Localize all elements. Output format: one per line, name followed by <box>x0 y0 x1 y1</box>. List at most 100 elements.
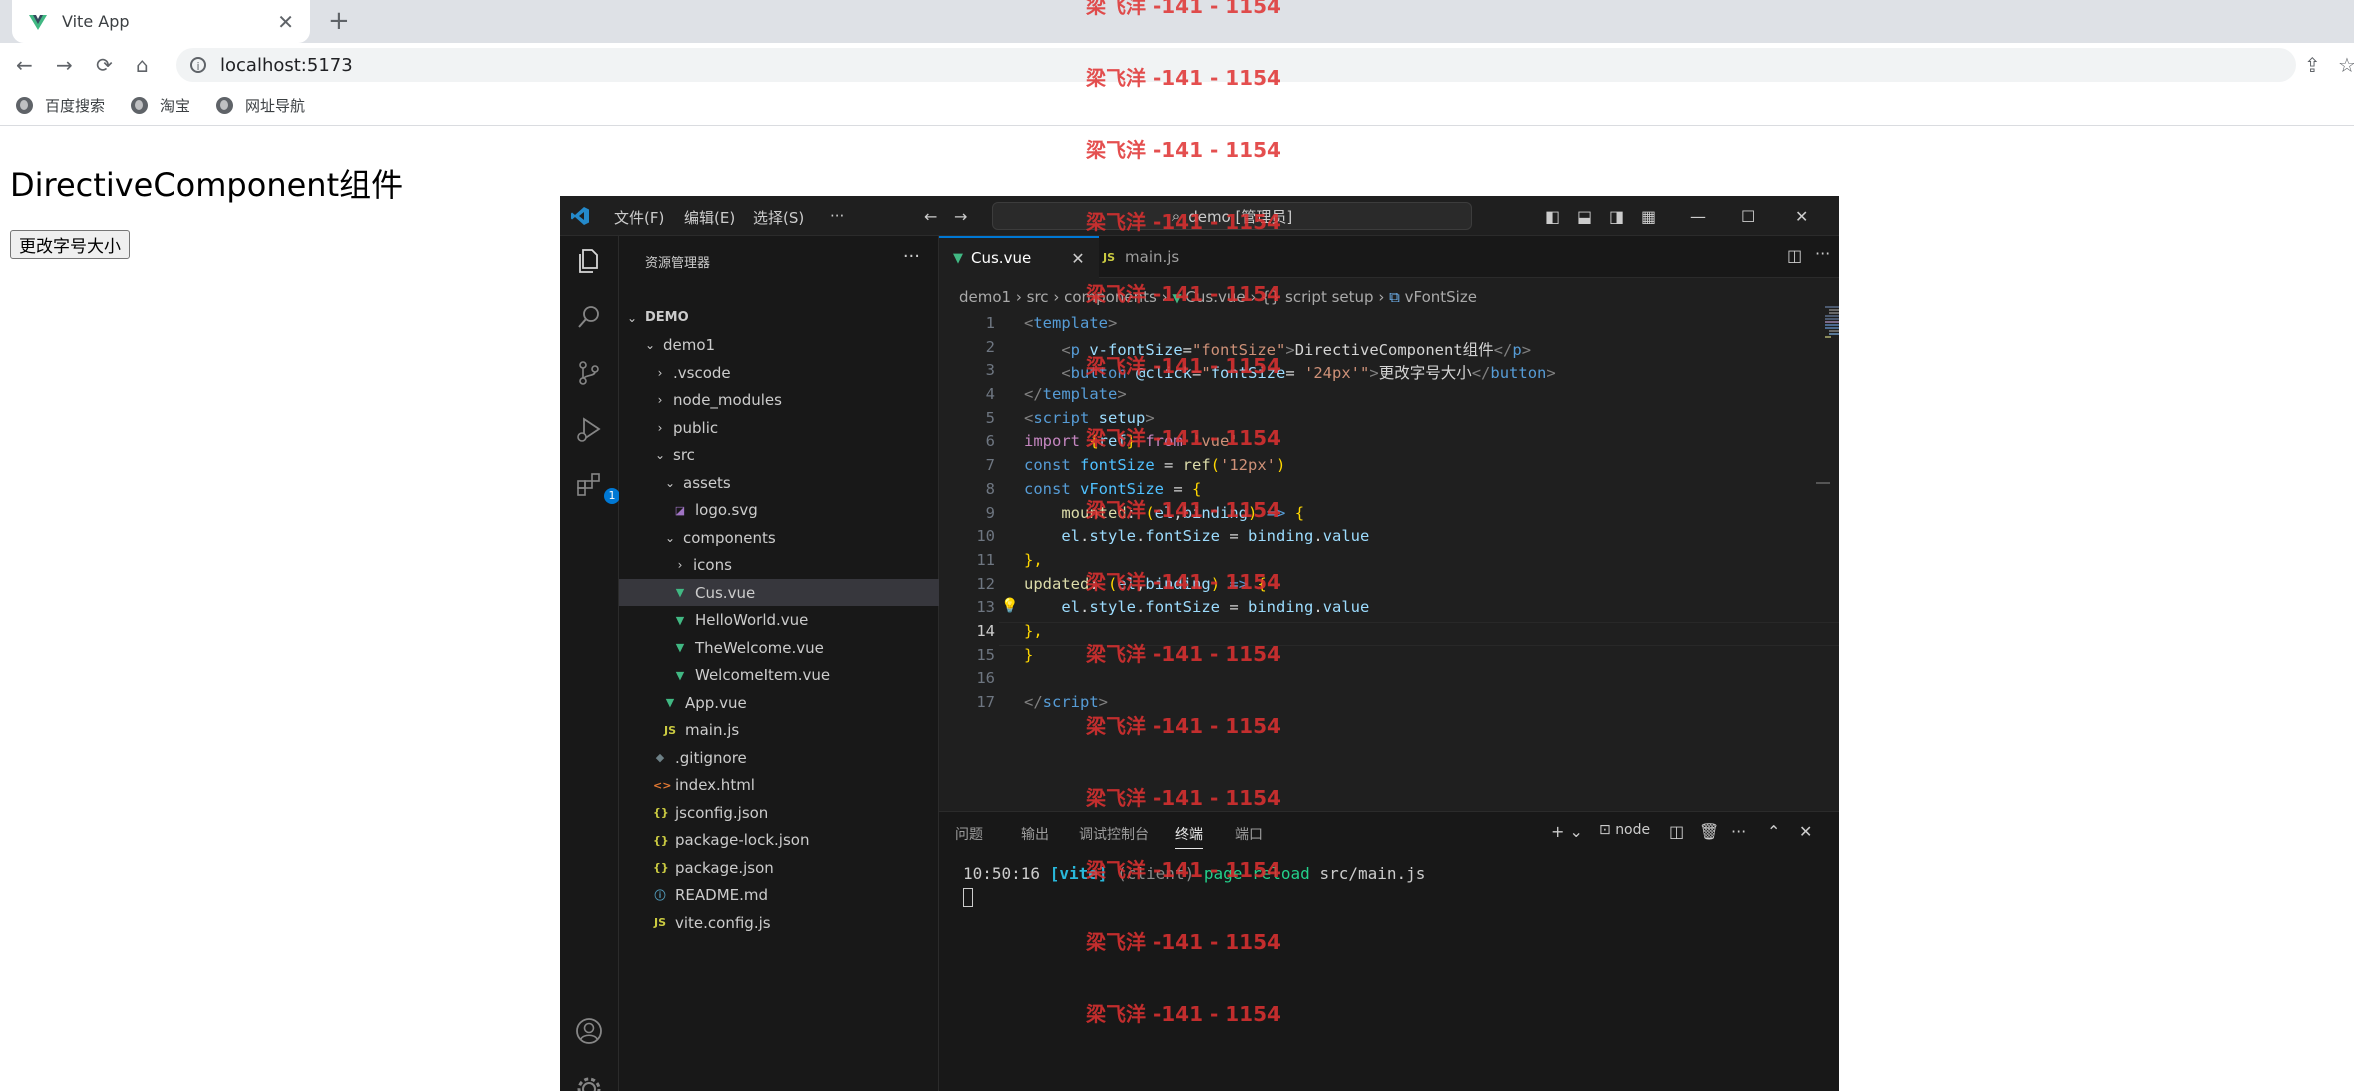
extensions-button[interactable]: 1 <box>574 470 620 504</box>
tree-file[interactable]: ▼ HelloWorld.vue <box>619 607 992 634</box>
tree-folder[interactable]: › node_modules <box>619 387 972 414</box>
panel-tab-debug-console[interactable]: 调试控制台 <box>1079 824 1149 844</box>
menu-edit[interactable]: 编辑(E) <box>684 207 735 228</box>
close-window-icon[interactable]: ✕ <box>1795 207 1808 226</box>
breadcrumb-item[interactable]: components <box>1064 288 1157 306</box>
browser-tab[interactable]: Vite App ✕ <box>12 0 310 43</box>
panel-more-icon[interactable]: ··· <box>1731 822 1746 841</box>
reload-icon[interactable]: ⟳ <box>96 53 113 77</box>
menu-file[interactable]: 文件(F) <box>614 207 664 228</box>
tab-main-js[interactable]: JS main.js <box>1089 236 1193 278</box>
code-line[interactable]: 13 💡 el.style.fontSize = binding.value <box>939 598 1839 622</box>
tree-file[interactable]: ▼ TheWelcome.vue <box>619 634 992 661</box>
tree-file[interactable]: ◪ logo.svg <box>619 497 992 524</box>
panel-tab-problems[interactable]: 问题 <box>955 824 983 844</box>
run-debug-icon[interactable] <box>574 414 604 444</box>
search-icon[interactable] <box>574 302 604 332</box>
code-line[interactable]: 5 <script setup> <box>939 409 1839 433</box>
code-line[interactable]: 8 const vFontSize = { <box>939 480 1839 504</box>
code-line[interactable]: 12 updated: (el,binding) => { <box>939 575 1839 599</box>
tab-cus-vue[interactable]: ▼ Cus.vue ✕ <box>939 236 1099 278</box>
address-url[interactable]: localhost:5173 <box>220 55 353 76</box>
tree-file[interactable]: ▼ App.vue <box>619 689 982 716</box>
maximize-icon[interactable]: ☐ <box>1741 207 1755 226</box>
close-tab-icon[interactable]: ✕ <box>277 10 294 34</box>
tree-folder[interactable]: ⌄ DEMO <box>619 304 944 331</box>
tree-folder[interactable]: ⌄ demo1 <box>619 332 962 359</box>
explorer-more-icon[interactable]: ··· <box>903 246 920 267</box>
code-line[interactable]: 2 <p v-fontSize="fontSize">DirectiveComp… <box>939 338 1839 362</box>
customize-layout-icon[interactable]: ▦ <box>1641 207 1656 226</box>
back-arrow-icon[interactable]: ← <box>16 53 33 77</box>
bookmark-item[interactable]: 百度搜索 <box>16 95 105 116</box>
account-icon[interactable] <box>574 1016 604 1046</box>
tree-file[interactable]: <> index.html <box>619 772 972 799</box>
toggle-panel-icon[interactable]: ⬓ <box>1577 207 1592 226</box>
lightbulb-icon[interactable]: 💡 <box>1001 598 1018 614</box>
code-line[interactable]: 16 <box>939 669 1839 693</box>
trash-icon[interactable]: 🗑 <box>1699 822 1719 841</box>
code-line[interactable]: 6 import {ref} from 'vue' <box>939 432 1839 456</box>
tree-file[interactable]: {} package-lock.json <box>619 827 972 854</box>
code-editor[interactable]: 1 <template> 2 <p v-fontSize="fontSize">Di… <box>939 314 1839 717</box>
tree-folder[interactable]: › public <box>619 414 972 441</box>
tree-file[interactable]: {} package.json <box>619 854 972 881</box>
bookmark-item[interactable]: 淘宝 <box>131 95 190 116</box>
site-info-icon[interactable]: i <box>190 57 206 73</box>
tree-folder[interactable]: ⌄ src <box>619 442 972 469</box>
code-line[interactable]: 15} <box>939 646 1839 670</box>
tree-file[interactable]: JS vite.config.js <box>619 909 972 936</box>
code-line[interactable]: 7 const fontSize = ref('12px') <box>939 456 1839 480</box>
minimize-icon[interactable]: — <box>1690 207 1706 226</box>
breadcrumb-item[interactable]: {} script setup <box>1261 288 1373 306</box>
panel-tab-ports[interactable]: 端口 <box>1235 824 1263 844</box>
code-line[interactable]: 3 <button @click="fontSize= '24px'">更改字号… <box>939 361 1839 385</box>
tree-file[interactable]: {} jsconfig.json <box>619 799 972 826</box>
minimap[interactable] <box>1825 306 1839 346</box>
code-line[interactable]: 10 el.style.fontSize = binding.value <box>939 527 1839 551</box>
code-line[interactable]: 9 mounted: (el,binding) => { <box>939 504 1839 528</box>
close-tab-icon[interactable]: ✕ <box>1071 249 1084 268</box>
breadcrumb-item[interactable]: vFontSize <box>1405 288 1477 306</box>
nav-back-icon[interactable]: ← <box>924 207 937 226</box>
tree-folder[interactable]: › .vscode <box>619 359 972 386</box>
tree-file[interactable]: JS main.js <box>619 717 982 744</box>
tree-file[interactable]: ▼ Cus.vue <box>619 579 992 606</box>
address-bar[interactable]: i localhost:5173 <box>176 48 2296 82</box>
bookmark-star-icon[interactable]: ☆ <box>2338 53 2354 77</box>
menu-selection[interactable]: 选择(S) <box>753 207 804 228</box>
code-line[interactable]: 1 <template> <box>939 314 1839 338</box>
terminal-instance[interactable]: ⊡ node <box>1599 822 1650 838</box>
change-font-size-button[interactable]: 更改字号大小 <box>10 230 130 259</box>
terminal-output-line[interactable]: 10:50:16 [vite] (client) page reload src… <box>963 864 1425 883</box>
editor-more-icon[interactable]: ··· <box>1815 244 1830 263</box>
tree-file[interactable]: ◆ .gitignore <box>619 744 972 771</box>
share-icon[interactable]: ⇪ <box>2304 53 2321 77</box>
manage-gear-icon[interactable] <box>574 1074 604 1091</box>
code-line[interactable]: 17 </script> <box>939 693 1839 717</box>
tree-file[interactable]: ⓘ README.md <box>619 882 972 909</box>
split-terminal-icon[interactable]: ◫ <box>1669 822 1684 841</box>
split-editor-icon[interactable]: ◫ <box>1787 246 1802 265</box>
source-control-icon[interactable] <box>574 358 604 388</box>
tree-folder[interactable]: › icons <box>619 552 992 579</box>
new-tab-button[interactable]: + <box>328 6 350 36</box>
explorer-icon[interactable] <box>574 246 604 276</box>
menu-more[interactable]: ··· <box>830 207 844 225</box>
code-line[interactable]: 4 </template> <box>939 385 1839 409</box>
panel-tab-terminal[interactable]: 终端 <box>1175 824 1203 849</box>
tree-file[interactable]: ▼ WelcomeItem.vue <box>619 662 992 689</box>
nav-forward-icon[interactable]: → <box>954 207 967 226</box>
breadcrumb-item[interactable]: demo1 <box>959 288 1011 306</box>
panel-tab-output[interactable]: 输出 <box>1021 824 1049 844</box>
breadcrumb-item[interactable]: src <box>1027 288 1049 306</box>
close-panel-icon[interactable]: ✕ <box>1799 822 1812 841</box>
command-center[interactable]: ⌕ demo [管理员] <box>992 202 1472 230</box>
toggle-secondary-sidebar-icon[interactable]: ◨ <box>1609 207 1624 226</box>
tree-folder[interactable]: ⌄ components <box>619 524 982 551</box>
tree-folder[interactable]: ⌄ assets <box>619 469 982 496</box>
code-line[interactable]: 14}, <box>939 621 1839 646</box>
code-line[interactable]: 11}, <box>939 551 1839 575</box>
maximize-panel-icon[interactable]: ⌃ <box>1767 822 1780 841</box>
toggle-sidebar-icon[interactable]: ◧ <box>1545 207 1560 226</box>
